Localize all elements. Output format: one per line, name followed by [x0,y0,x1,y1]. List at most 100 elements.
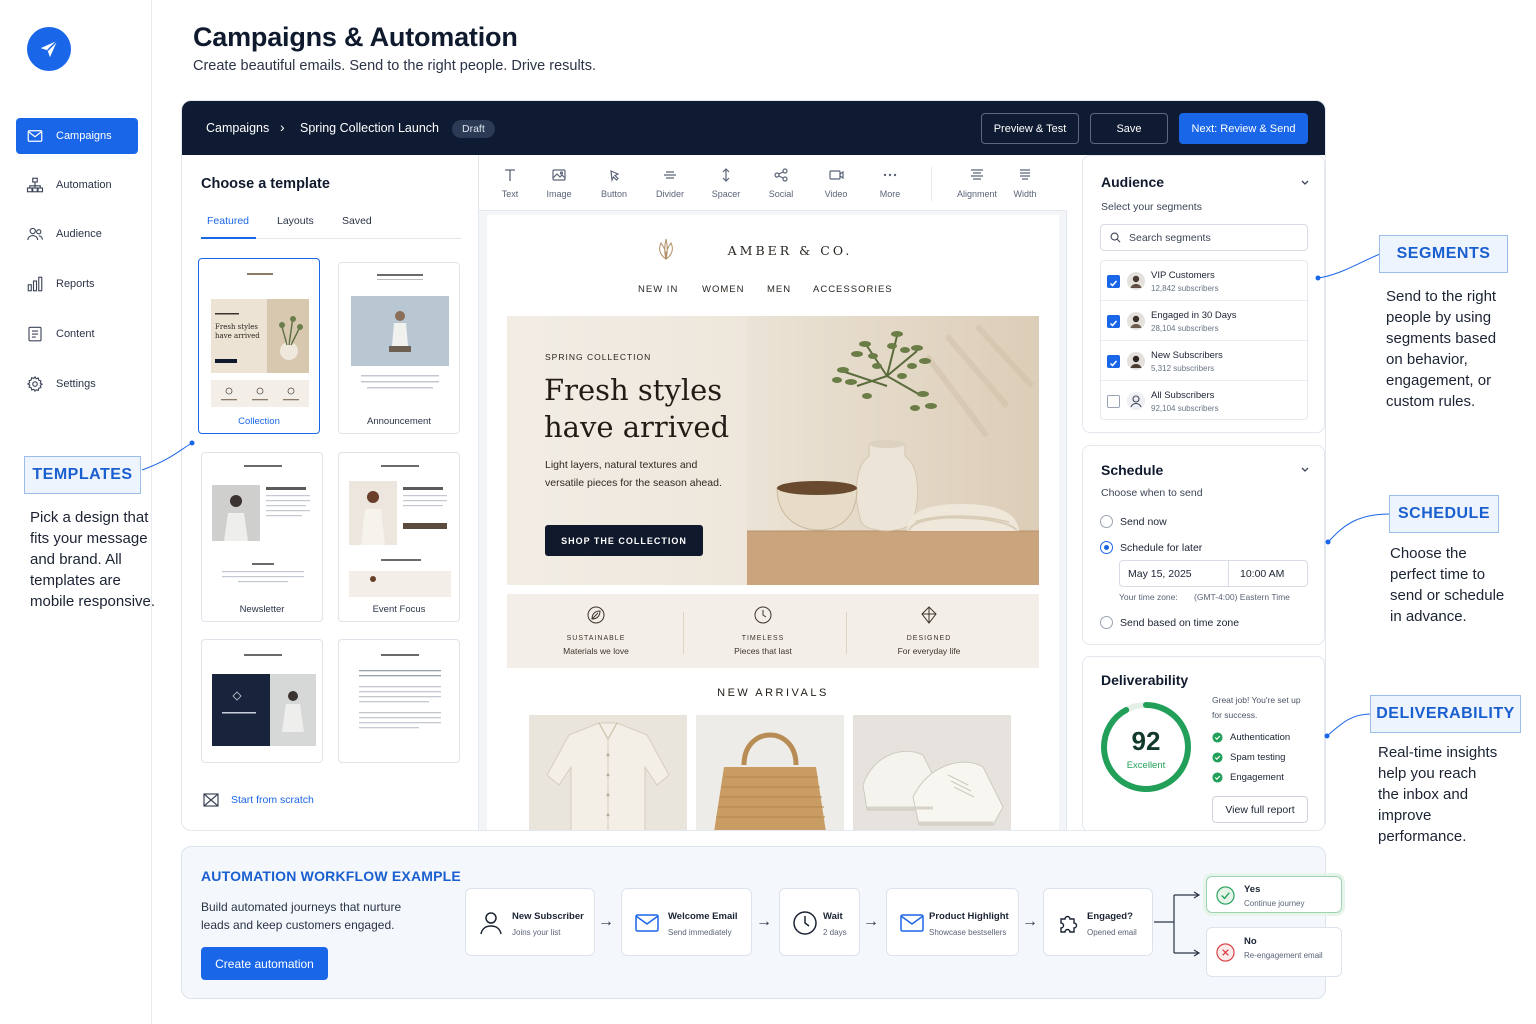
segment-checkbox[interactable] [1107,275,1120,288]
radio-schedule-later[interactable] [1100,541,1113,554]
active-tab-indicator [201,237,256,239]
arrow-right-icon: → [598,913,614,930]
chevron-down-icon[interactable] [1300,178,1310,188]
check-label: Authentication [1230,732,1291,743]
check-icon [1109,280,1118,287]
email-editor: Text Image Button Divider Spacer Social [479,155,1067,830]
template-card-collection[interactable]: Fresh styles have arrived Collection [198,258,320,434]
preview-test-button[interactable]: Preview & Test [981,113,1079,144]
tool-text[interactable]: Text [485,167,535,199]
email-nav-new-in[interactable]: NEW IN [638,284,678,295]
share-icon [774,168,788,182]
segment-count: 28,104 subscribers [1151,324,1219,333]
paper-plane-icon [40,40,58,58]
segment-checkbox[interactable] [1107,355,1120,368]
sidebar-item-campaigns[interactable]: Campaigns [16,118,138,154]
segment-name: VIP Customers [1151,270,1215,281]
score-gauge: 92 Excellent [1101,702,1191,792]
callout-templates-title: TEMPLATES [24,456,141,494]
template-thumbnail: Fresh styles have arrived [211,273,309,407]
email-nav-women[interactable]: WOMEN [702,284,744,295]
sidebar-item-content[interactable]: Content [16,316,138,352]
template-card-event-focus[interactable]: Event Focus [338,452,460,622]
tool-button[interactable]: Button [589,167,639,199]
tool-divider[interactable]: Divider [645,167,695,199]
outcome-yes[interactable]: Yes Continue journey [1206,876,1342,913]
radio-send-now[interactable] [1100,515,1113,528]
segment-row-all[interactable]: All Subscribers 92,104 subscribers [1101,381,1309,421]
automation-title: AUTOMATION WORKFLOW EXAMPLE [201,868,461,884]
template-card[interactable] [201,639,323,763]
save-button[interactable]: Save [1090,113,1168,144]
tool-width[interactable]: Width [1000,167,1050,199]
step-welcome-email[interactable]: Welcome Email Send immediately [621,888,752,956]
chevron-right-icon: › [280,119,285,135]
tab-layouts[interactable]: Layouts [277,215,314,227]
tool-label: Spacer [711,189,741,199]
segment-row-new[interactable]: New Subscribers 5,312 subscribers [1101,341,1309,381]
mail-icon [900,914,924,932]
template-card-label: Collection [238,416,280,427]
step-product-highlight[interactable]: Product Highlight Showcase bestsellers [886,888,1019,956]
document-icon [28,326,42,342]
product-white-sneakers[interactable] [853,715,1011,830]
check-circle-icon [1212,732,1223,743]
template-card-newsletter[interactable]: Newsletter [201,452,323,622]
tab-saved[interactable]: Saved [342,215,372,227]
segment-checkbox[interactable] [1107,315,1120,328]
radio-time-zone[interactable] [1100,616,1113,629]
tab-featured[interactable]: Featured [207,215,249,227]
breadcrumb-campaigns[interactable]: Campaigns [206,121,269,135]
segment-checkbox[interactable] [1107,395,1120,408]
email-nav-men[interactable]: MEN [767,284,791,295]
start-from-scratch-link[interactable]: Start from scratch [203,793,314,807]
step-engaged-condition[interactable]: Engaged? Opened email [1043,888,1153,956]
features-block[interactable]: SUSTAINABLE Materials we love TIMELESS P… [507,594,1039,668]
sidebar-item-settings[interactable]: Settings [16,366,138,402]
segment-row-engaged[interactable]: Engaged in 30 Days 28,104 subscribers [1101,301,1309,341]
branch-connector [1154,891,1201,957]
product-linen-shirt[interactable] [529,715,687,830]
tool-alignment[interactable]: Alignment [949,167,1005,199]
outcome-no[interactable]: No Re-engagement email [1206,927,1342,977]
tool-social[interactable]: Social [756,167,806,199]
chevron-down-icon[interactable] [1300,465,1310,475]
timezone-value: (GMT-4:00) Eastern Time [1194,592,1290,602]
check-spam-testing: Spam testing [1212,752,1285,763]
create-automation-button[interactable]: Create automation [201,947,328,980]
template-card-announcement[interactable]: Announcement [338,262,460,434]
mail-icon [27,130,43,142]
app-logo[interactable] [27,27,71,71]
diamond-icon [921,606,937,624]
tool-image[interactable]: Image [534,167,584,199]
new-arrivals-heading: NEW ARRIVALS [717,687,829,699]
tool-video[interactable]: Video [811,167,861,199]
sidebar-item-label: Content [56,328,95,340]
hero-block[interactable]: SPRING COLLECTION Fresh styles have arri… [507,316,1039,585]
product-woven-tote[interactable] [696,715,854,830]
tool-more[interactable]: More [865,167,915,199]
sidebar-item-label: Reports [56,278,95,290]
sidebar-item-audience[interactable]: Audience [16,216,138,252]
outcome-title: Yes [1244,884,1261,895]
next-review-send-button[interactable]: Next: Review & Send [1179,113,1308,144]
segment-row-vip[interactable]: VIP Customers 12,842 subscribers [1101,261,1309,301]
arrow-right-icon: → [1022,913,1038,930]
toolbar-divider [931,167,932,201]
audience-title: Audience [1101,174,1165,190]
score-value: 92 [1132,726,1161,756]
outcome-subtitle: Continue journey [1244,899,1305,908]
step-wait[interactable]: Wait 2 days [779,888,860,956]
sidebar-item-automation[interactable]: Automation [16,167,138,203]
view-full-report-button[interactable]: View full report [1212,796,1308,823]
template-card[interactable] [338,639,460,763]
page-title: Campaigns & Automation [193,22,518,52]
time-field[interactable]: 10:00 AM [1228,560,1308,587]
shop-collection-button[interactable]: SHOP THE COLLECTION [545,525,703,556]
tool-spacer[interactable]: Spacer [701,167,751,199]
date-field[interactable]: May 15, 2025 [1119,560,1229,587]
sidebar-item-reports[interactable]: Reports [16,266,138,302]
email-nav-accessories[interactable]: ACCESSORIES [813,284,893,295]
search-segments-input[interactable]: Search segments [1100,224,1308,251]
step-new-subscriber[interactable]: New Subscriber Joins your list [465,888,595,956]
